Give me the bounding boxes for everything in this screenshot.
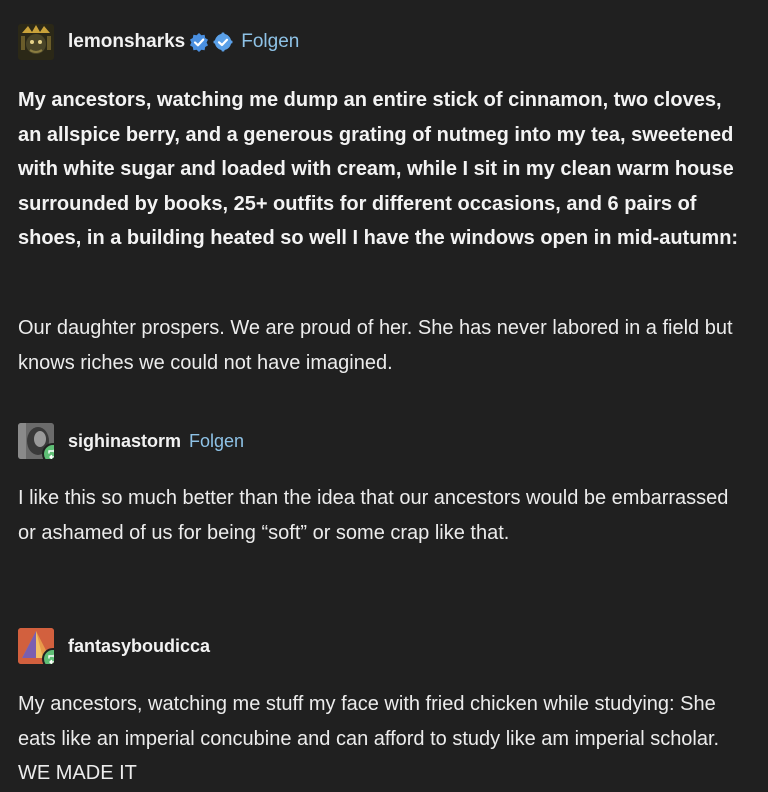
post-header: fantasyboudicca xyxy=(18,627,210,665)
follow-button[interactable]: Folgen xyxy=(241,31,299,53)
follow-button[interactable]: Folgen xyxy=(189,431,244,452)
avatar-image xyxy=(18,24,54,60)
post-header: sighinastorm Folgen xyxy=(18,422,244,460)
avatar[interactable] xyxy=(18,24,54,60)
username[interactable]: sighinastorm xyxy=(68,431,181,452)
post-text: My ancestors, watching me stuff my face … xyxy=(18,693,720,785)
username[interactable]: fantasyboudicca xyxy=(68,636,210,657)
avatar[interactable] xyxy=(18,423,54,459)
username[interactable]: lemonsharks xyxy=(68,31,185,53)
post-text: My ancestors, watching me dump an entire… xyxy=(18,89,739,250)
post-header: lemonsharks Folgen xyxy=(18,23,299,61)
avatar[interactable] xyxy=(18,628,54,664)
post-text: Our daughter prospers. We are proud of h… xyxy=(18,317,733,374)
check-badge-icon xyxy=(189,32,209,52)
post-text: I like this so much better than the idea… xyxy=(18,487,729,544)
gear-check-badge-icon xyxy=(213,32,233,52)
